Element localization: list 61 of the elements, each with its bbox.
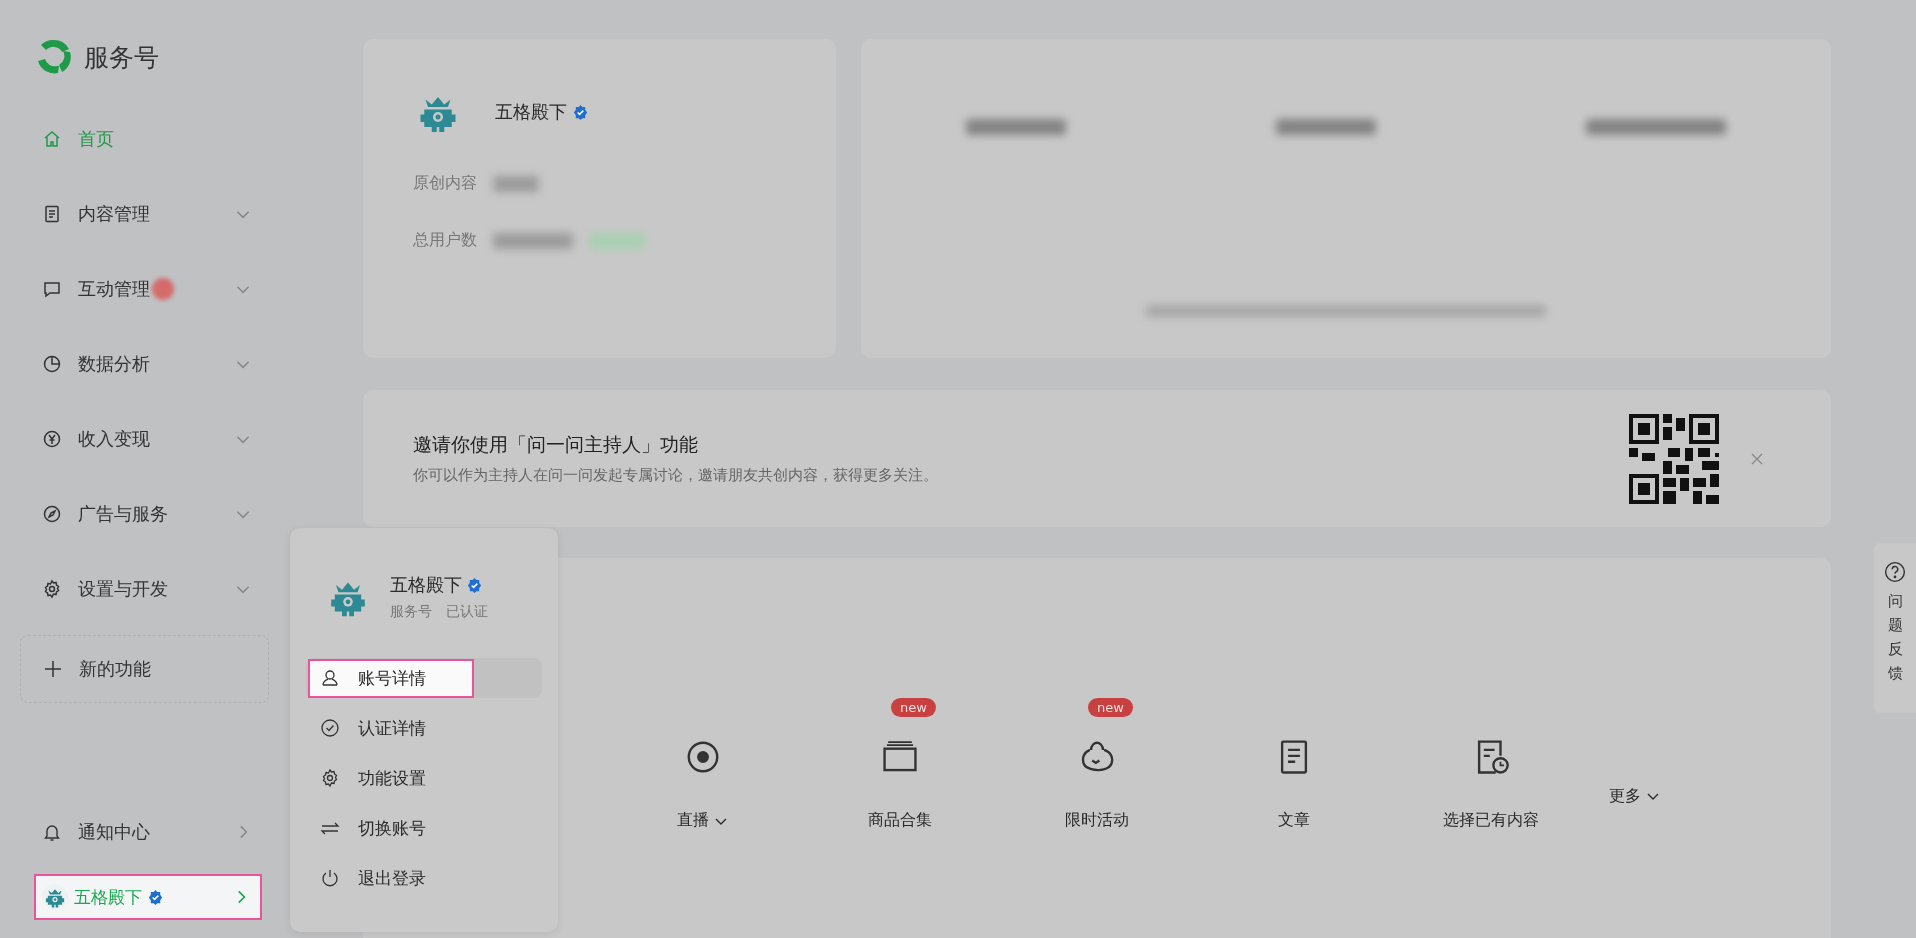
power-icon [320, 868, 340, 888]
settings-icon [320, 768, 340, 788]
tool-label: 限时活动 [1064, 810, 1129, 831]
sidebar-item[interactable]: 互动管理 [0, 263, 252, 315]
new-badge: new [1088, 698, 1133, 717]
notification-badge [152, 278, 174, 300]
stat-label: 原创内容 [413, 173, 477, 194]
banner-description: 你可以作为主持人在问一问发起专属讨论，邀请朋友共创内容，获得更多关注。 [413, 466, 939, 485]
sidebar-item[interactable]: 数据分析 [0, 338, 252, 390]
help-icon [1884, 561, 1906, 583]
qr-code-icon [1629, 413, 1719, 504]
banner-title: 邀请你使用「问一问主持人」功能 [413, 432, 699, 457]
verification-status: 已认证 [446, 603, 488, 621]
sidebar-item[interactable]: 广告与服务 [0, 488, 252, 540]
tool-item[interactable]: new 商品合集 [801, 698, 998, 831]
plus-icon [43, 659, 63, 679]
verified-badge-icon [573, 104, 588, 120]
close-icon[interactable] [1751, 452, 1763, 465]
pie-chart-icon [42, 354, 62, 374]
yen-icon [42, 429, 62, 449]
logo-text: 服务号 [84, 41, 159, 74]
menu-item[interactable]: 认证详情 [306, 708, 542, 748]
account-type: 服务号 [390, 603, 432, 621]
chat-bubble-icon [42, 279, 62, 299]
tool-label: 商品合集 [867, 810, 932, 831]
person-icon [320, 668, 340, 688]
tool-label: 直播 [676, 810, 729, 831]
new-feature-button[interactable]: 新的功能 [20, 635, 269, 703]
check-circle-icon [320, 718, 340, 738]
tool-item[interactable]: 选择已有内容 [1392, 698, 1589, 831]
tool-label: 文章 [1277, 810, 1310, 831]
verified-badge-icon [148, 889, 163, 905]
sidebar-item[interactable]: 收入变现 [0, 413, 252, 465]
notification-center-item[interactable]: 通知中心 [0, 810, 252, 854]
tool-item[interactable]: new 限时活动 [998, 698, 1195, 831]
tool-item[interactable]: 文章 [1195, 698, 1392, 831]
feedback-tab[interactable]: 问题反馈 [1874, 543, 1916, 713]
tool-item[interactable]: 直播 [604, 698, 801, 831]
verified-badge-icon [467, 577, 482, 593]
more-button[interactable]: 更多 [1609, 784, 1661, 808]
sidebar-item[interactable]: 设置与开发 [0, 563, 252, 615]
blurred-tag [589, 232, 645, 249]
account-name: 五格殿下 [74, 885, 142, 909]
account-name: 五格殿下 [390, 573, 462, 597]
menu-item[interactable]: 功能设置 [306, 758, 542, 798]
menu-item[interactable]: 退出登录 [306, 858, 542, 898]
menu-item[interactable]: 账号详情 [306, 658, 542, 698]
new-badge: new [891, 698, 936, 717]
bell-icon [42, 822, 62, 842]
home-icon [42, 129, 62, 149]
document-icon [42, 204, 62, 224]
avatar-icon [42, 884, 68, 910]
feedback-label: 问题反馈 [1887, 591, 1903, 684]
sidebar-item[interactable]: 内容管理 [0, 188, 252, 240]
blurred-value [493, 175, 539, 192]
stat-label: 总用户数 [413, 230, 477, 251]
compass-icon [42, 504, 62, 524]
tool-label: 选择已有内容 [1442, 810, 1539, 831]
account-name: 五格殿下 [495, 100, 567, 124]
menu-item[interactable]: 切换账号 [306, 808, 542, 848]
settings-icon [42, 579, 62, 599]
